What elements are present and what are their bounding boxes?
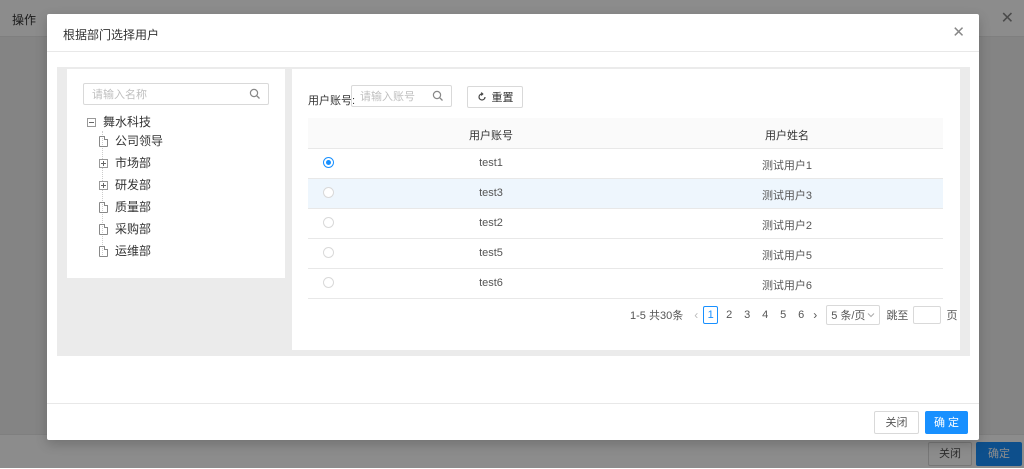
- jump-page-box: [913, 306, 944, 324]
- table-row[interactable]: test5 测试用户5: [308, 239, 943, 269]
- cell-account: test3: [479, 187, 503, 199]
- row-radio[interactable]: [323, 217, 334, 228]
- select-user-modal: 根据部门选择用户 ✕ 舞水科技 公司领导 市场: [47, 14, 979, 440]
- tree-node-marketing[interactable]: 市场部: [99, 154, 151, 172]
- page-4[interactable]: 4: [758, 307, 772, 323]
- cell-name: 测试用户3: [761, 190, 813, 202]
- modal-title: 根据部门选择用户: [63, 28, 160, 42]
- department-tree-panel: 舞水科技 公司领导 市场部 研发部 质量部 采购部: [67, 69, 285, 278]
- column-header-account[interactable]: 用户账号: [469, 127, 513, 143]
- tree-node-quality[interactable]: 质量部: [99, 198, 151, 216]
- reset-label: 重置: [491, 92, 514, 104]
- table-row[interactable]: test1 测试用户1: [308, 149, 943, 179]
- tree-node-label: 质量部: [115, 200, 152, 214]
- pagination: 1-5 共30条 ‹ 1 2 3 4 5 6 › 5 条/页 跳至 页: [630, 305, 958, 325]
- file-icon: [99, 245, 108, 257]
- jump-suffix: 页: [946, 310, 958, 322]
- user-list-panel: 用户账号: 重置 用户账号 用户姓名: [292, 69, 960, 350]
- tree-node-label: 运维部: [115, 244, 152, 258]
- search-icon[interactable]: [248, 87, 262, 101]
- modal-body: 舞水科技 公司领导 市场部 研发部 质量部 采购部: [57, 67, 970, 356]
- page-size-select[interactable]: 5 条/页: [826, 305, 881, 325]
- row-radio[interactable]: [323, 187, 334, 198]
- chevron-down-icon: [868, 313, 875, 318]
- file-icon: [99, 135, 108, 147]
- next-page-icon[interactable]: ›: [813, 308, 817, 322]
- tree-search-box: [83, 83, 269, 105]
- tree-root-label: 舞水科技: [103, 115, 152, 129]
- row-radio[interactable]: [323, 277, 334, 288]
- column-header-name[interactable]: 用户姓名: [765, 127, 809, 143]
- tree-node-label: 采购部: [115, 222, 152, 236]
- expand-icon[interactable]: [99, 180, 108, 190]
- page-5[interactable]: 5: [776, 307, 790, 323]
- close-button[interactable]: 关闭: [874, 411, 919, 434]
- cell-name: 测试用户1: [761, 160, 813, 172]
- table-row[interactable]: test3 测试用户3: [308, 179, 943, 209]
- cell-name: 测试用户2: [761, 220, 813, 232]
- confirm-button[interactable]: 确 定: [925, 411, 968, 434]
- modal-footer: 关闭 确 定: [47, 403, 979, 441]
- reset-button[interactable]: 重置: [467, 86, 523, 108]
- tree-node-company-leaders[interactable]: 公司领导: [99, 132, 163, 150]
- table-row[interactable]: test2 测试用户2: [308, 209, 943, 239]
- reload-icon: [477, 92, 486, 101]
- tree-search-input[interactable]: [90, 86, 244, 104]
- expand-icon[interactable]: [99, 158, 108, 168]
- tree-node-label: 市场部: [115, 156, 152, 170]
- table-header: 用户账号 用户姓名: [308, 118, 943, 149]
- account-filter-label: 用户账号:: [308, 95, 356, 107]
- cell-account: test2: [479, 217, 503, 229]
- jump-page-input[interactable]: [915, 308, 944, 324]
- file-icon: [99, 201, 108, 213]
- page-2[interactable]: 2: [722, 307, 736, 323]
- tree-node-label: 研发部: [115, 178, 152, 192]
- tree-node-label: 公司领导: [115, 134, 164, 148]
- account-search-input[interactable]: [358, 88, 432, 106]
- row-radio[interactable]: [323, 157, 334, 168]
- account-search-box: [351, 85, 452, 107]
- collapse-icon[interactable]: [87, 117, 96, 127]
- user-table: 用户账号 用户姓名 test1 测试用户1 test3 测试用户3 test2 …: [308, 118, 943, 299]
- tree-node-operations[interactable]: 运维部: [99, 242, 151, 260]
- cell-name: 测试用户5: [761, 250, 813, 262]
- cell-account: test6: [479, 277, 503, 289]
- modal-header: 根据部门选择用户 ✕: [47, 14, 979, 52]
- search-icon[interactable]: [431, 89, 445, 103]
- cell-account: test1: [479, 157, 503, 169]
- pagination-total: 1-5 共30条: [630, 310, 684, 322]
- page-3[interactable]: 3: [740, 307, 754, 323]
- row-radio[interactable]: [323, 247, 334, 258]
- cell-name: 测试用户6: [761, 280, 813, 292]
- page-1[interactable]: 1: [703, 306, 719, 324]
- file-icon: [99, 223, 108, 235]
- page-size-value: 5 条/页: [831, 310, 866, 322]
- page-6[interactable]: 6: [794, 307, 808, 323]
- tree-root-node[interactable]: 舞水科技: [87, 113, 151, 131]
- modal-close-icon[interactable]: ✕: [952, 23, 965, 41]
- jump-label: 跳至: [886, 310, 909, 322]
- prev-page-icon[interactable]: ‹: [694, 308, 698, 322]
- table-row[interactable]: test6 测试用户6: [308, 269, 943, 299]
- cell-account: test5: [479, 247, 503, 259]
- tree-node-rnd[interactable]: 研发部: [99, 176, 151, 194]
- tree-node-purchasing[interactable]: 采购部: [99, 220, 151, 238]
